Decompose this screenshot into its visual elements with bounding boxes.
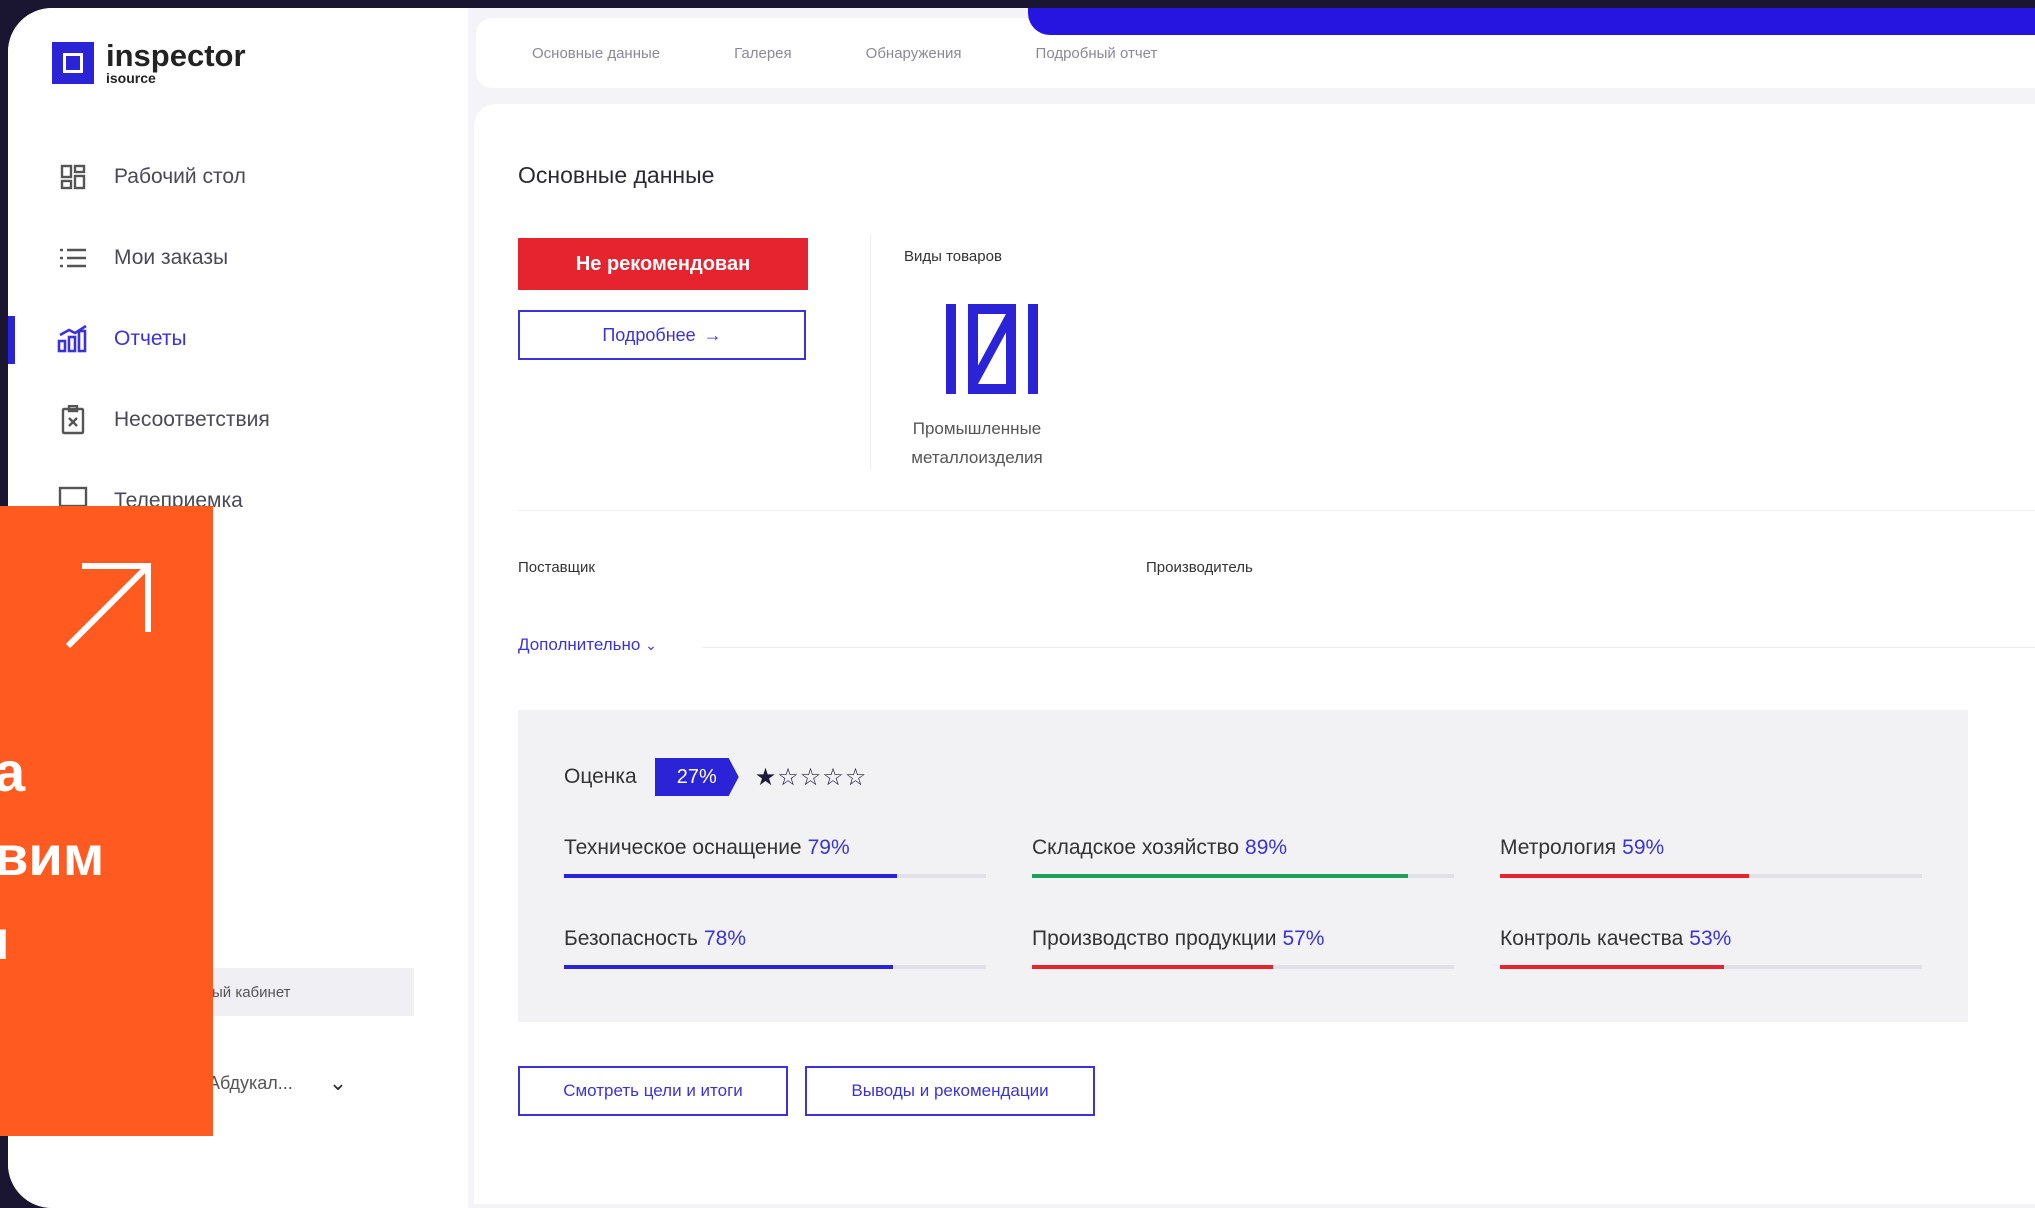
metric-name: Метрология [1500, 836, 1617, 859]
score-label: Оценка [564, 765, 637, 788]
more-details-button[interactable]: Подробнее → [518, 310, 806, 360]
divider [702, 647, 2035, 648]
main-card: Основные данные Не рекомендован Подробне… [474, 104, 2035, 1204]
progress-fill [564, 965, 894, 969]
chevron-down-icon: ⌄ [645, 637, 657, 653]
metric-technical-equipment: Техническое оснащение 79% [564, 836, 986, 878]
metric-value: 53% [1689, 927, 1732, 950]
logo[interactable]: inspector isource [52, 40, 246, 85]
tab-detailed-report[interactable]: Подробный отчет [1036, 45, 1158, 62]
sidebar-item-nonconformities[interactable]: Несоответствия [8, 379, 468, 460]
sidebar-item-label: Несоответствия [114, 407, 270, 431]
progress-track [1032, 874, 1454, 878]
app-window: inspector isource Рабочий стол Мои заказ… [8, 8, 2035, 1208]
metric-name: Безопасность [564, 927, 698, 950]
product-types-label: Виды товаров [904, 248, 1002, 265]
progress-fill [1500, 965, 1724, 969]
metric-value: 59% [1622, 836, 1665, 859]
sidebar-item-label: Рабочий стол [114, 164, 246, 188]
metric-value: 79% [807, 836, 850, 859]
metal-products-icon [946, 304, 1038, 398]
divider [870, 234, 871, 470]
metric-warehouse: Складское хозяйство 89% [1032, 836, 1454, 878]
metric-value: 57% [1282, 927, 1325, 950]
conclusions-button[interactable]: Выводы и рекомендации [805, 1066, 1095, 1116]
metric-value: 78% [703, 927, 746, 950]
view-goals-button[interactable]: Смотреть цели и итоги [518, 1066, 788, 1116]
progress-track [564, 874, 986, 878]
progress-fill [1032, 874, 1408, 878]
clipboard-x-icon [56, 403, 90, 437]
score-percent-badge: 27% [654, 758, 739, 796]
list-icon [56, 241, 90, 275]
arrow-up-right-icon [65, 563, 151, 649]
user-name: Абдукал... [208, 1072, 293, 1093]
sidebar-nav: Рабочий стол Мои заказы Отчеты Несоответ… [8, 136, 468, 541]
metric-production: Производство продукции 57% [1032, 927, 1454, 969]
metric-value: 89% [1245, 836, 1288, 859]
dashboard-icon [56, 160, 90, 194]
metric-name: Производство продукции [1032, 927, 1277, 950]
sidebar-item-label: Отчеты [114, 326, 187, 350]
promo-line: вим [0, 824, 105, 887]
logo-name: inspector [106, 38, 246, 73]
promo-line: ı [0, 908, 10, 971]
user-menu[interactable]: Абдукал... ⌄ [208, 1048, 388, 1118]
tab-findings[interactable]: Обнаружения [866, 45, 962, 62]
page-title: Основные данные [518, 162, 715, 188]
sidebar-item-dashboard[interactable]: Рабочий стол [8, 136, 468, 217]
arrow-right-icon: → [703, 324, 722, 345]
supplier-label: Поставщик [518, 559, 595, 576]
chart-icon [56, 322, 90, 356]
star-rating: ★☆☆☆☆ [754, 763, 868, 791]
personal-cabinet-link[interactable]: ый кабинет [188, 968, 414, 1016]
metric-safety: Безопасность 78% [564, 927, 986, 969]
metric-name: Контроль качества [1500, 927, 1684, 950]
metric-name: Техническое оснащение [564, 836, 802, 859]
tab-gallery[interactable]: Галерея [734, 45, 792, 62]
more-details-label: Подробнее [602, 324, 696, 345]
status-badge: Не рекомендован [518, 238, 808, 290]
additional-label: Дополнительно [518, 635, 641, 654]
progress-track [564, 965, 986, 969]
progress-track [1500, 874, 1922, 878]
additional-toggle[interactable]: Дополнительно ⌄ [518, 635, 657, 655]
manufacturer-label: Производитель [1146, 559, 1253, 576]
metric-metrology: Метрология 59% [1500, 836, 1922, 878]
sidebar-item-label: Мои заказы [114, 245, 229, 269]
sidebar-item-reports[interactable]: Отчеты [8, 298, 468, 379]
score-header: Оценка 27% ★☆☆☆☆ [564, 758, 867, 796]
divider [518, 510, 2035, 511]
logo-sub: isource [106, 70, 156, 86]
product-type-name: Промышленные металлоизделия [911, 419, 1043, 467]
sidebar-item-orders[interactable]: Мои заказы [8, 217, 468, 298]
metric-name: Складское хозяйство [1032, 836, 1240, 859]
tab-main-data[interactable]: Основные данные [532, 45, 660, 62]
promo-overlay: а вим ı [0, 506, 213, 1136]
chevron-down-icon: ⌄ [328, 1070, 348, 1095]
progress-track [1032, 965, 1454, 969]
promo-text: а вим ı [0, 730, 104, 982]
logo-icon [52, 41, 94, 84]
metric-quality-control: Контроль качества 53% [1500, 927, 1922, 969]
score-panel: Оценка 27% ★☆☆☆☆ Техническое оснащение 79… [518, 710, 1968, 1022]
progress-fill [564, 874, 898, 878]
progress-track [1500, 965, 1922, 969]
promo-line: а [0, 740, 26, 803]
top-accent-bar [1028, 8, 2035, 35]
progress-fill [1032, 965, 1273, 969]
progress-fill [1500, 874, 1749, 878]
